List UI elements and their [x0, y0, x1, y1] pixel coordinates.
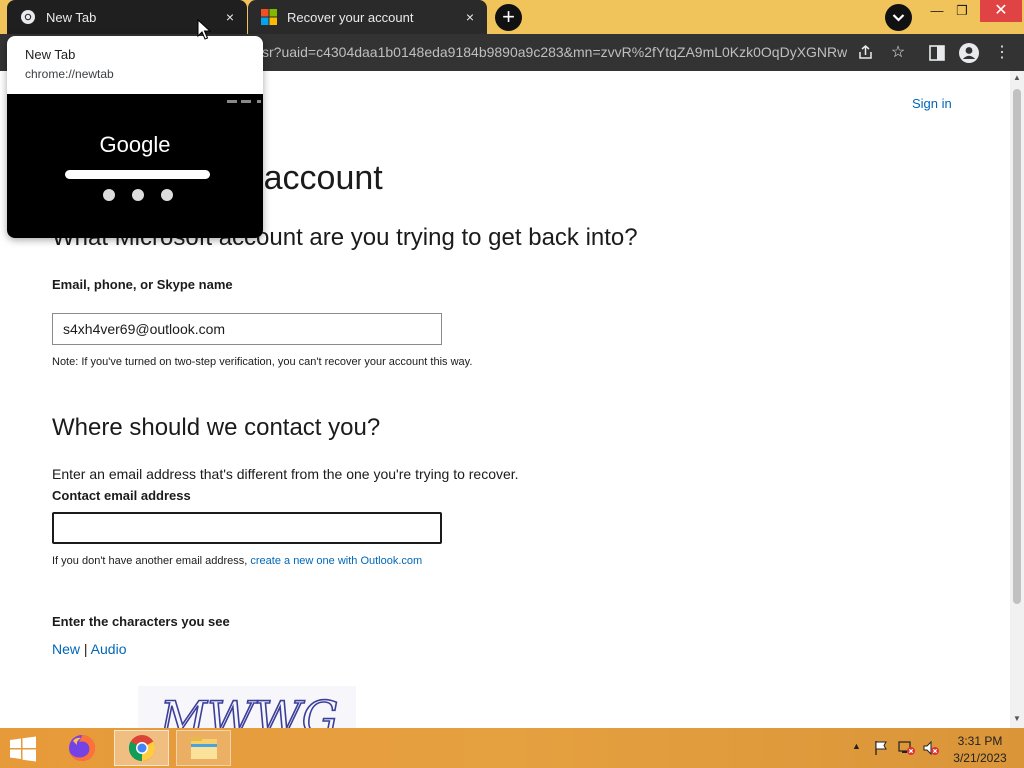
- address-bar[interactable]: sr?uaid=c4304daa1b0148eda9184b9890a9c283…: [262, 44, 847, 60]
- tab-recover-account[interactable]: Recover your account ×: [248, 0, 487, 34]
- preview-gmail-link: [227, 100, 237, 103]
- tab-search-button[interactable]: [885, 4, 912, 31]
- captcha-audio-link[interactable]: Audio: [91, 641, 127, 657]
- two-step-note: Note: If you've turned on two-step verif…: [52, 356, 473, 368]
- captcha-options: New | Audio: [52, 641, 126, 657]
- create-outlook-link[interactable]: create a new one with Outlook.com: [250, 555, 422, 567]
- volume-muted-icon[interactable]: [922, 740, 940, 756]
- contact-instructions: Enter an email address that's different …: [52, 466, 519, 482]
- action-center-flag-icon[interactable]: [873, 740, 889, 756]
- preview-google-logo: Google: [99, 132, 171, 157]
- taskbar-firefox[interactable]: [54, 730, 109, 766]
- chrome-favicon-icon: [21, 10, 35, 24]
- tab-title: Recover your account: [287, 9, 414, 25]
- preview-images-link: [241, 100, 251, 103]
- scroll-down-icon[interactable]: ▼: [1010, 714, 1024, 723]
- taskbar-file-explorer[interactable]: [176, 730, 231, 766]
- tab-new-tab[interactable]: New Tab ×: [7, 0, 247, 34]
- scroll-up-icon[interactable]: ▲: [1010, 73, 1024, 82]
- captcha-text: MWWG: [159, 691, 338, 728]
- taskbar-chrome[interactable]: [114, 730, 169, 766]
- restore-button[interactable]: ❐: [951, 0, 973, 22]
- new-tab-button[interactable]: +: [495, 4, 522, 31]
- captcha-new-link[interactable]: New: [52, 641, 80, 657]
- tab-strip: New Tab × Recover your account × + — ❐ ✕: [0, 0, 1024, 34]
- hover-card-preview: Google: [7, 94, 263, 238]
- no-email-prefix: If you don't have another email address,: [52, 555, 251, 567]
- preview-search-box: [65, 170, 210, 179]
- preview-add-shortcut-icon: [161, 189, 173, 201]
- tab-title: New Tab: [46, 9, 97, 25]
- share-icon[interactable]: [855, 42, 877, 64]
- preview-shortcut-icon: [103, 189, 115, 201]
- windows-start-icon[interactable]: [8, 736, 38, 762]
- tray-overflow-icon[interactable]: ▲: [852, 741, 861, 751]
- tab-close-icon[interactable]: ×: [219, 6, 241, 28]
- hover-card-title: New Tab: [25, 47, 76, 62]
- scrollbar-thumb[interactable]: [1013, 89, 1021, 604]
- contact-question-heading: Where should we contact you?: [52, 414, 381, 441]
- chevron-down-icon: [892, 14, 905, 22]
- minimize-button[interactable]: —: [926, 0, 948, 22]
- contact-email-label: Contact email address: [52, 488, 191, 503]
- email-field-label: Email, phone, or Skype name: [52, 277, 233, 292]
- email-field[interactable]: [52, 313, 442, 345]
- vertical-scrollbar[interactable]: ▲ ▼: [1010, 71, 1024, 728]
- captcha-image: MWWG: [138, 686, 356, 728]
- captcha-separator: |: [83, 641, 88, 657]
- close-window-button[interactable]: ✕: [980, 0, 1022, 22]
- network-error-icon[interactable]: [898, 740, 916, 756]
- contact-email-field[interactable]: [52, 512, 442, 544]
- clock-time[interactable]: 3:31 PM: [950, 734, 1010, 748]
- chrome-icon: [128, 735, 155, 762]
- no-email-text: If you don't have another email address,…: [52, 555, 422, 567]
- clock-date[interactable]: 3/21/2023: [950, 751, 1010, 765]
- hover-card-url: chrome://newtab: [25, 67, 114, 81]
- mouse-cursor-icon: [197, 19, 211, 40]
- firefox-icon: [68, 735, 95, 761]
- windows-taskbar: ▲ 3:31 PM 3/21/2023: [0, 728, 1024, 768]
- preview-shortcut-icon: [132, 189, 144, 201]
- tab-close-icon[interactable]: ×: [459, 6, 481, 28]
- folder-icon: [190, 737, 217, 759]
- sign-in-link[interactable]: Sign in: [912, 96, 952, 111]
- bookmark-star-icon[interactable]: ☆: [887, 42, 909, 64]
- preview-apps-icon: [257, 100, 261, 103]
- profile-avatar-icon[interactable]: [958, 42, 980, 64]
- captcha-label: Enter the characters you see: [52, 614, 230, 629]
- microsoft-favicon-icon: [261, 9, 277, 25]
- menu-kebab-icon[interactable]: ⋮: [991, 42, 1013, 64]
- tab-hover-card: New Tab chrome://newtab Google: [7, 36, 263, 238]
- side-panel-icon[interactable]: [926, 42, 948, 64]
